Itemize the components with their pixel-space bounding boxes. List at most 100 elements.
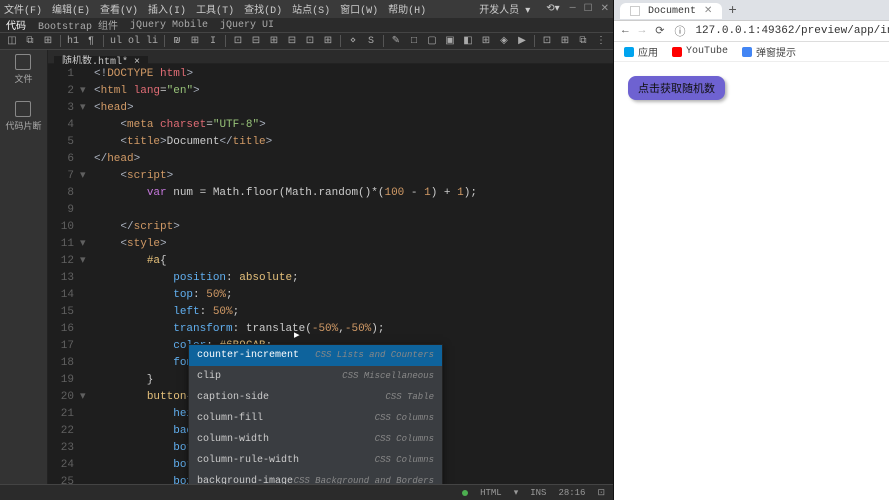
code-editor[interactable]: 1234567891011121314151617181920212223242… bbox=[48, 64, 613, 484]
tool-icon[interactable]: ▶ bbox=[516, 35, 528, 47]
tool-icon[interactable]: ⊡ bbox=[541, 35, 553, 47]
status-lang[interactable]: HTML bbox=[480, 488, 502, 498]
tab-jqui[interactable]: jQuery UI bbox=[220, 20, 274, 31]
tool-icon[interactable]: ⋮ bbox=[595, 35, 607, 47]
files-icon bbox=[15, 54, 31, 70]
sidebar: 文件 代码片断 bbox=[0, 50, 48, 484]
autocomplete-item[interactable]: column-fillCSS Columns bbox=[189, 408, 442, 429]
tab-close-icon[interactable]: ✕ bbox=[704, 5, 712, 17]
status-expand-icon[interactable]: ⊡ bbox=[597, 488, 605, 498]
status-pos: 28:16 bbox=[558, 488, 585, 498]
line-gutter: 1234567891011121314151617181920212223242… bbox=[48, 64, 80, 484]
tool-icon[interactable]: ✎ bbox=[390, 35, 402, 47]
workspace-dropdown[interactable]: 开发人员 ▾ bbox=[479, 1, 530, 17]
bookmark-item[interactable]: 弹窗提示 bbox=[742, 44, 796, 60]
autocomplete-item[interactable]: column-widthCSS Columns bbox=[189, 429, 442, 450]
tool-icon[interactable]: S bbox=[365, 35, 377, 47]
tab-code[interactable]: 代码 bbox=[6, 17, 26, 33]
tool-icon[interactable]: ⋄ bbox=[347, 35, 359, 47]
apps-button[interactable]: 应用 bbox=[624, 44, 658, 60]
browser-viewport[interactable]: 点击获取随机数 bbox=[614, 62, 889, 500]
tool-icon[interactable]: ⊞ bbox=[559, 35, 571, 47]
favicon bbox=[742, 47, 752, 57]
tool-icon[interactable]: ⊞ bbox=[480, 35, 492, 47]
maximize-icon[interactable]: ☐ bbox=[584, 3, 593, 15]
tool-icon[interactable]: ⊡ bbox=[232, 35, 244, 47]
address-bar: ← → ⟳ ⓘ 127.0.0.1:49362/preview/app/inde… bbox=[614, 20, 889, 42]
apps-icon bbox=[624, 47, 634, 57]
menu-item[interactable]: 工具(T) bbox=[196, 1, 234, 17]
browser-pane: Document ✕ + ◉ — ☐ ✕ ← → ⟳ ⓘ 127.0.0.1:4… bbox=[614, 0, 889, 500]
menu-item[interactable]: 查找(D) bbox=[244, 1, 282, 17]
editor-pane: 文件(F) 编辑(E) 查看(V) 插入(I) 工具(T) 查找(D) 站点(S… bbox=[0, 0, 614, 500]
menu-item[interactable]: 查看(V) bbox=[100, 1, 138, 17]
tool-icon[interactable]: ol bbox=[128, 35, 140, 47]
menu-item[interactable]: 编辑(E) bbox=[52, 1, 90, 17]
tool-icon[interactable]: ⊟ bbox=[250, 35, 262, 47]
tool-icon[interactable]: ⊞ bbox=[322, 35, 334, 47]
tool-icon[interactable]: ◧ bbox=[462, 35, 474, 47]
back-icon[interactable]: ← bbox=[622, 25, 629, 37]
tool-icon[interactable]: ⧉ bbox=[577, 35, 589, 47]
menu-item[interactable]: 窗口(W) bbox=[340, 1, 378, 17]
new-tab-button[interactable]: + bbox=[728, 3, 736, 19]
menubar: 文件(F) 编辑(E) 查看(V) 插入(I) 工具(T) 查找(D) 站点(S… bbox=[0, 0, 613, 18]
tool-icon[interactable]: h1 bbox=[67, 35, 79, 47]
statusbar: HTML ▾ INS 28:16 ⊡ bbox=[0, 484, 613, 500]
menu-item[interactable]: 文件(F) bbox=[4, 1, 42, 17]
chevron-down-icon[interactable]: ▾ bbox=[514, 488, 519, 498]
mouse-cursor: ▸ bbox=[294, 328, 300, 345]
autocomplete-item[interactable]: caption-sideCSS Table bbox=[189, 387, 442, 408]
tool-icon[interactable]: ◈ bbox=[498, 35, 510, 47]
tool-icon[interactable]: ▢ bbox=[426, 35, 438, 47]
browser-tab[interactable]: Document ✕ bbox=[620, 3, 722, 19]
tab-title: Document bbox=[648, 6, 696, 17]
tool-icon[interactable]: ₪ bbox=[171, 35, 183, 47]
reload-icon[interactable]: ⟳ bbox=[655, 24, 664, 38]
tool-icon[interactable]: ◫ bbox=[6, 35, 18, 47]
autocomplete-item[interactable]: background-imageCSS Background and Borde… bbox=[189, 471, 442, 484]
tab-jqm[interactable]: jQuery Mobile bbox=[130, 20, 208, 31]
autocomplete-popup[interactable]: counter-incrementCSS Lists and Countersc… bbox=[188, 344, 443, 484]
tool-icon[interactable]: ⊞ bbox=[189, 35, 201, 47]
tool-icon[interactable]: ▣ bbox=[444, 35, 456, 47]
toolbar: ◫ ⧉ ⊞ h1 ¶ ul ol li ₪ ⊞ I ⊡ ⊟ ⊞ ⊟ ⊡ ⊞ ⋄ … bbox=[0, 32, 613, 50]
autocomplete-item[interactable]: column-rule-widthCSS Columns bbox=[189, 450, 442, 471]
tool-icon[interactable]: □ bbox=[408, 35, 420, 47]
menu-item[interactable]: 帮助(H) bbox=[388, 1, 426, 17]
autocomplete-item[interactable]: counter-incrementCSS Lists and Counters bbox=[189, 345, 442, 366]
sync-icon[interactable]: ⟲▾ bbox=[546, 3, 559, 15]
tool-icon[interactable]: ⊡ bbox=[304, 35, 316, 47]
tool-icon[interactable]: I bbox=[207, 35, 219, 47]
close-icon[interactable]: ✕ bbox=[601, 3, 609, 15]
browser-chrome: Document ✕ + ◉ — ☐ ✕ ← → ⟳ ⓘ 127.0.0.1:4… bbox=[614, 0, 889, 62]
tab-favicon bbox=[630, 6, 640, 16]
tool-icon[interactable]: ⧉ bbox=[24, 35, 36, 47]
autocomplete-item[interactable]: clipCSS Miscellaneous bbox=[189, 366, 442, 387]
tool-icon[interactable]: ⊞ bbox=[42, 35, 54, 47]
mode-tabbar: 代码 Bootstrap 组件 jQuery Mobile jQuery UI bbox=[0, 18, 613, 32]
bookmarks-bar: 应用 YouTube 弹窗提示 bbox=[614, 42, 889, 62]
tool-icon[interactable]: ⊟ bbox=[286, 35, 298, 47]
status-enc: INS bbox=[530, 488, 546, 498]
tab-bootstrap[interactable]: Bootstrap 组件 bbox=[38, 17, 118, 33]
random-number-button[interactable]: 点击获取随机数 bbox=[628, 76, 725, 100]
fold-gutter[interactable]: ▾▾▾▾▾▾▾ bbox=[80, 64, 90, 484]
forward-icon[interactable]: → bbox=[639, 25, 646, 37]
tool-icon[interactable]: li bbox=[146, 35, 158, 47]
url-text[interactable]: 127.0.0.1:49362/preview/app/index.html bbox=[695, 25, 889, 37]
tool-icon[interactable]: ul bbox=[110, 35, 122, 47]
snippets-icon bbox=[15, 101, 31, 117]
menu-item[interactable]: 插入(I) bbox=[148, 1, 186, 17]
minimize-icon[interactable]: — bbox=[570, 3, 576, 15]
tool-icon[interactable]: ¶ bbox=[85, 35, 97, 47]
menu-item[interactable]: 站点(S) bbox=[292, 1, 330, 17]
file-tab[interactable]: 随机数.html* × bbox=[48, 50, 613, 64]
bookmark-item[interactable]: YouTube bbox=[672, 46, 728, 57]
tool-icon[interactable]: ⊞ bbox=[268, 35, 280, 47]
site-info-icon[interactable]: ⓘ bbox=[674, 23, 685, 39]
sidebar-item-snippets[interactable]: 代码片断 bbox=[5, 101, 41, 132]
youtube-icon bbox=[672, 47, 682, 57]
status-dot bbox=[462, 490, 468, 496]
sidebar-item-files[interactable]: 文件 bbox=[14, 54, 32, 85]
